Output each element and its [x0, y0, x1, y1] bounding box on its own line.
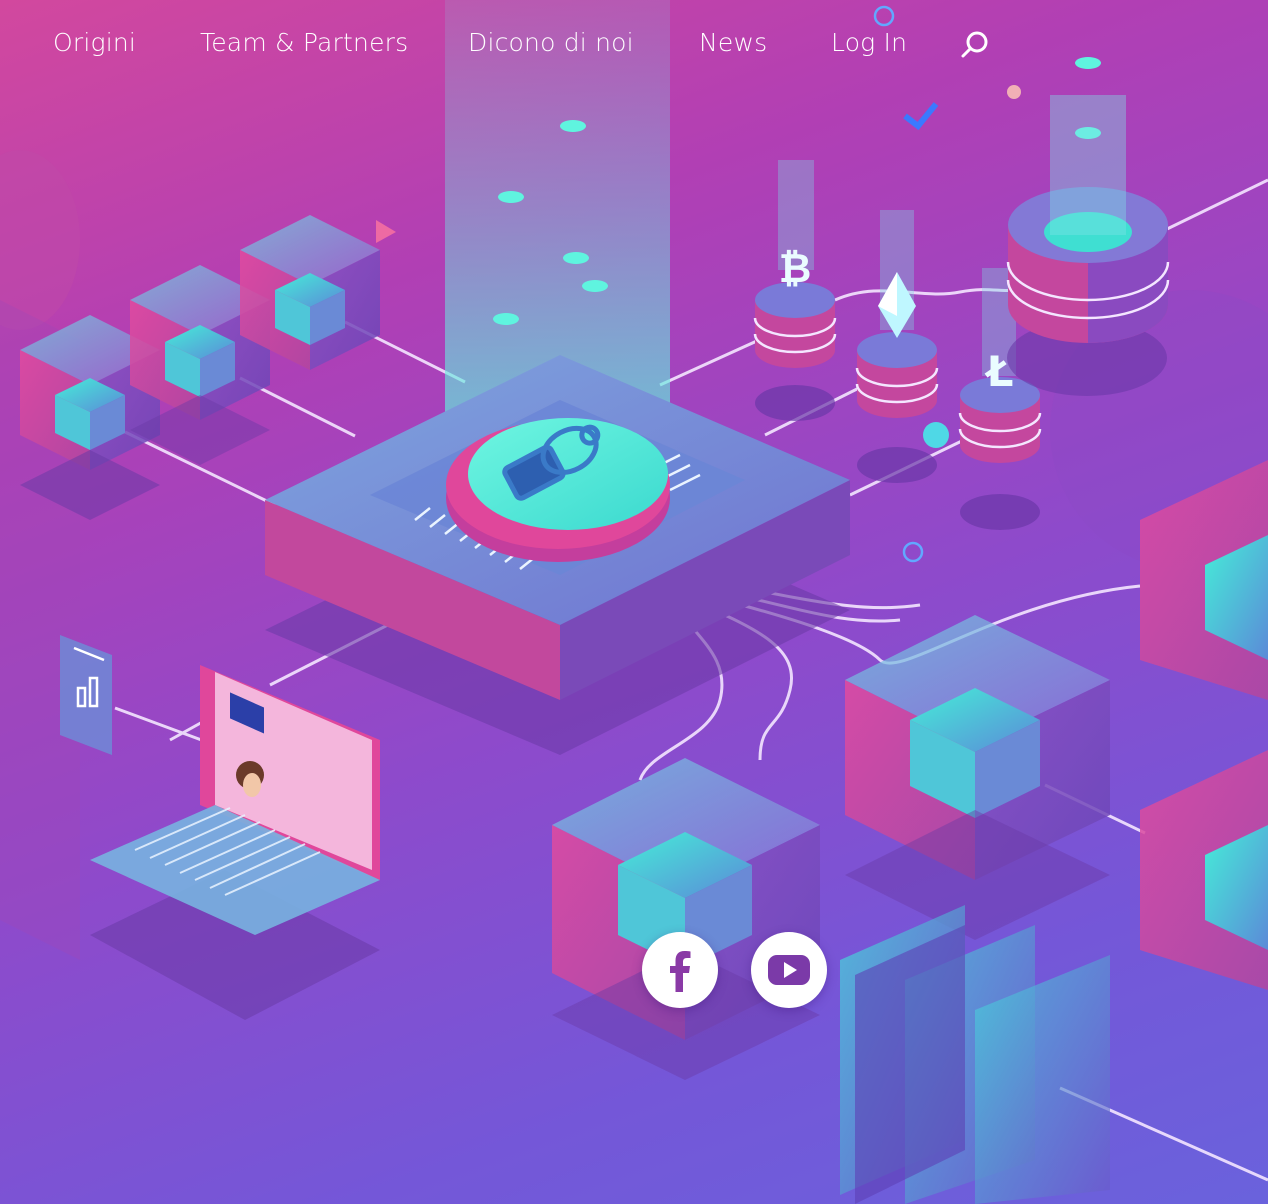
facebook-icon — [670, 951, 691, 992]
nav-link-team-partners[interactable]: Team & Partners — [200, 28, 408, 57]
cube-cluster-right — [1140, 460, 1268, 990]
cube-bottom-center — [552, 758, 820, 1080]
blockchain-illustration: ₿ Ł — [0, 0, 1268, 1204]
youtube-button[interactable] — [751, 932, 827, 1008]
landing-page: ₿ Ł Origini Team & Partners Dicono di no… — [0, 0, 1268, 1204]
glass-panels — [840, 905, 1110, 1204]
svg-text:₿: ₿ — [779, 246, 812, 292]
youtube-icon — [768, 955, 810, 985]
search-icon[interactable] — [958, 28, 992, 62]
laptop-illustration — [90, 665, 380, 1020]
nav-link-news[interactable]: News — [699, 28, 767, 57]
central-platform — [265, 355, 850, 755]
facebook-button[interactable] — [642, 932, 718, 1008]
storage-cylinder — [1006, 95, 1170, 396]
cube-middle-right — [845, 615, 1110, 940]
nav-link-dicono-di-noi[interactable]: Dicono di noi — [468, 28, 634, 57]
top-navigation: Origini Team & Partners Dicono di noi Ne… — [0, 0, 1268, 92]
nav-link-origini[interactable]: Origini — [53, 28, 136, 57]
chart-panel — [60, 635, 112, 755]
nav-link-log-in[interactable]: Log In — [831, 28, 907, 57]
